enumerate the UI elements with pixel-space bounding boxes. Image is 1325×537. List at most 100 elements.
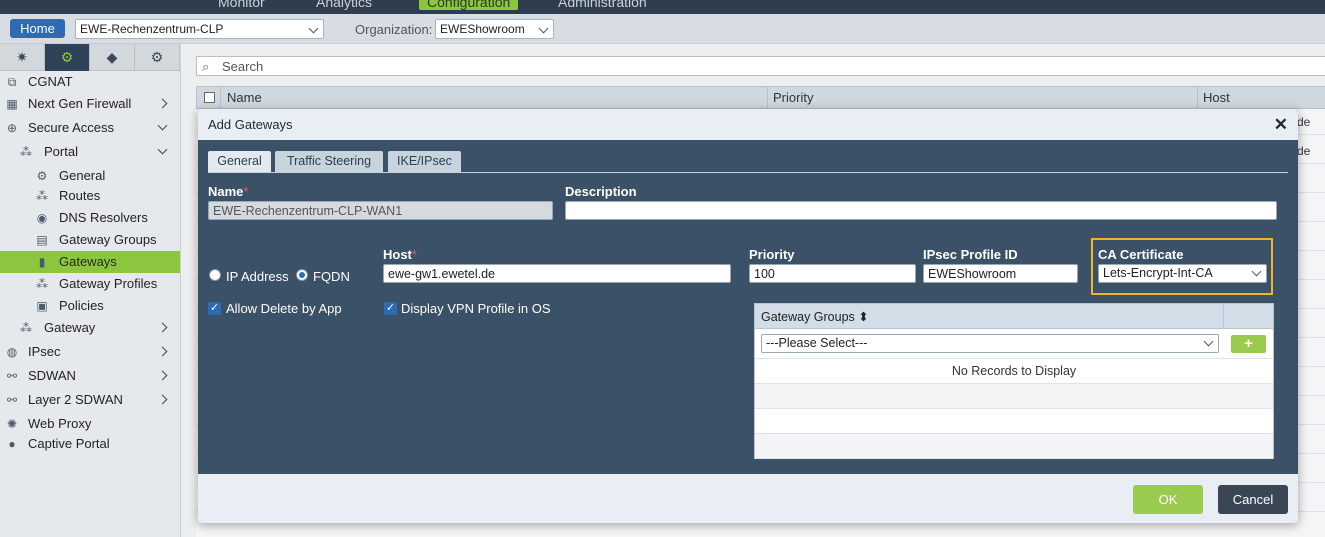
sidebar-item-gateway-profiles[interactable]: ⁂ Gateway Profiles xyxy=(0,273,180,295)
sidebar-item-sdwan[interactable]: ⚯ SDWAN xyxy=(0,365,180,387)
sidebar-item-routes[interactable]: ⁂ Routes xyxy=(0,185,180,207)
sidebar-tabs: ✷ ⚙ ◆ ⚙ xyxy=(0,44,181,71)
gateway-groups-table: Gateway Groups ⬍ ---Please Select--- + N… xyxy=(754,303,1274,459)
sidebar-item-label: Gateway Profiles xyxy=(59,276,158,291)
sidebar-item-policies[interactable]: ▣ Policies xyxy=(0,295,180,317)
nodes-icon: ⁂ xyxy=(36,277,48,291)
sort-icon: ⬍ xyxy=(858,310,869,324)
sidebar-item-dns-resolvers[interactable]: ◉ DNS Resolvers xyxy=(0,207,180,229)
sidebar: ✷ ⚙ ◆ ⚙ ⧉ CGNAT ▦ Next Gen Firewall ⊕ Secure … xyxy=(0,44,181,537)
nav-analytics[interactable]: Analytics xyxy=(316,0,372,10)
select-all-checkbox[interactable] xyxy=(204,92,215,103)
sidebar-item-label: Layer 2 SDWAN xyxy=(28,392,123,407)
chevron-right-icon[interactable] xyxy=(157,346,168,357)
sidebar-item-gateway-groups[interactable]: ▤ Gateway Groups xyxy=(0,229,180,251)
ok-button[interactable]: OK xyxy=(1133,485,1203,514)
column-divider xyxy=(1223,304,1224,329)
sidebar-item-label: Portal xyxy=(44,144,78,159)
ip-address-label: IP Address xyxy=(226,269,289,284)
sidebar-item-layer-2-sdwan[interactable]: ⚯ Layer 2 SDWAN xyxy=(0,389,180,411)
tab-traffic-steering[interactable]: Traffic Steering xyxy=(275,151,383,172)
name-field xyxy=(208,201,553,220)
priority-field[interactable] xyxy=(749,264,916,283)
close-icon[interactable]: ✕ xyxy=(1274,115,1288,135)
sidebar-item-label: Policies xyxy=(59,298,104,313)
organization-select-value: EWEShowroom xyxy=(440,22,525,36)
sidebar-item-general[interactable]: ⚙ General xyxy=(0,165,180,187)
nav-administration[interactable]: Administration xyxy=(558,0,647,10)
organization-select[interactable]: EWEShowroom xyxy=(435,19,554,39)
sidebar-item-label: Secure Access xyxy=(28,120,114,135)
column-name[interactable]: Name xyxy=(227,90,262,105)
captive-portal-icon: ● xyxy=(8,437,16,451)
ipsec-icon: ◍ xyxy=(6,345,18,359)
chevron-down-icon[interactable] xyxy=(157,120,168,131)
search-placeholder: Search xyxy=(222,59,264,74)
chevron-down-icon xyxy=(1251,266,1262,277)
column-host[interactable]: Host xyxy=(1203,90,1230,105)
sidebar-item-ipsec[interactable]: ◍ IPsec xyxy=(0,341,180,363)
cancel-button[interactable]: Cancel xyxy=(1218,485,1288,514)
gateway-groups-placeholder: ---Please Select--- xyxy=(766,336,868,350)
no-records-text: No Records to Display xyxy=(755,359,1273,384)
cgnat-icon: ⧉ xyxy=(7,75,17,89)
sidebar-item-secure-access[interactable]: ⊕ Secure Access xyxy=(0,117,180,139)
add-gateway-group-button[interactable]: + xyxy=(1231,335,1266,353)
host-field[interactable] xyxy=(383,264,731,283)
sidebar-item-web-proxy[interactable]: ✺ Web Proxy xyxy=(0,413,180,435)
gear-icon[interactable]: ⚙ xyxy=(45,44,90,71)
routes-icon: ⁂ xyxy=(36,189,48,203)
sidebar-item-captive-portal[interactable]: ● Captive Portal xyxy=(0,433,180,455)
column-divider xyxy=(767,87,768,109)
globe-icon: ⊕ xyxy=(6,121,18,135)
sidebar-item-label: IPsec xyxy=(28,344,61,359)
chevron-right-icon[interactable] xyxy=(157,98,168,109)
sidebar-item-label: Next Gen Firewall xyxy=(28,96,132,111)
display-vpn-checkbox[interactable]: ✓ xyxy=(384,302,397,315)
sidebar-item-label: Web Proxy xyxy=(28,416,92,431)
ca-certificate-value: Lets-Encrypt-Int-CA xyxy=(1103,266,1213,280)
cube-icon[interactable]: ◆ xyxy=(90,44,135,71)
gateway-icon: ▮ xyxy=(38,255,46,269)
ip-address-radio[interactable] xyxy=(209,269,221,281)
fqdn-radio[interactable] xyxy=(296,269,308,281)
chevron-right-icon[interactable] xyxy=(157,322,168,333)
chevron-down-icon xyxy=(1203,336,1214,347)
search-input[interactable]: ⌕ Search xyxy=(196,56,1325,76)
column-divider xyxy=(1197,87,1198,109)
sidebar-item-portal[interactable]: ⁂ Portal xyxy=(0,141,180,163)
firewall-icon: ▦ xyxy=(6,97,18,111)
sidebar-item-cgnat[interactable]: ⧉ CGNAT xyxy=(0,71,180,93)
gateway-groups-column[interactable]: Gateway Groups ⬍ xyxy=(761,309,869,324)
tab-general[interactable]: General xyxy=(208,151,271,172)
allow-delete-label: Allow Delete by App xyxy=(226,301,342,316)
sidebar-item-label: Gateway Groups xyxy=(59,232,157,247)
chevron-right-icon[interactable] xyxy=(157,394,168,405)
chevron-right-icon[interactable] xyxy=(157,370,168,381)
column-priority[interactable]: Priority xyxy=(773,90,813,105)
allow-delete-checkbox[interactable]: ✓ xyxy=(208,302,221,315)
list-item xyxy=(755,434,1273,459)
tab-ike-ipsec[interactable]: IKE/IPsec xyxy=(388,151,461,172)
nav-monitor[interactable]: Monitor xyxy=(218,0,265,10)
tab-divider xyxy=(208,172,1288,173)
description-field[interactable] xyxy=(565,201,1277,220)
organization-label: Organization: xyxy=(355,22,433,37)
sidebar-item-label: Gateways xyxy=(59,254,117,269)
web-proxy-icon: ✺ xyxy=(6,417,18,431)
home-button[interactable]: Home xyxy=(10,19,65,38)
sdwan-icon: ⚯ xyxy=(6,369,18,383)
gear-user-icon[interactable]: ⚙ xyxy=(135,44,180,71)
nav-configuration[interactable]: Configuration xyxy=(419,0,519,10)
sidebar-item-gateways[interactable]: ▮ Gateways xyxy=(0,251,180,273)
chevron-down-icon[interactable] xyxy=(157,144,168,155)
appliance-select[interactable]: EWE-Rechenzentrum-CLP xyxy=(75,19,324,39)
policy-icon: ▣ xyxy=(36,299,48,313)
dialog-footer: OK Cancel xyxy=(198,474,1298,523)
sidebar-item-gateway[interactable]: ⁂ Gateway xyxy=(0,317,180,339)
ipsec-profile-field[interactable] xyxy=(923,264,1078,283)
ca-certificate-select[interactable]: Lets-Encrypt-Int-CA xyxy=(1098,264,1267,283)
network-icon[interactable]: ✷ xyxy=(0,44,45,71)
sidebar-item-next-gen-firewall[interactable]: ▦ Next Gen Firewall xyxy=(0,93,180,115)
gateway-groups-select[interactable]: ---Please Select--- xyxy=(761,334,1219,353)
